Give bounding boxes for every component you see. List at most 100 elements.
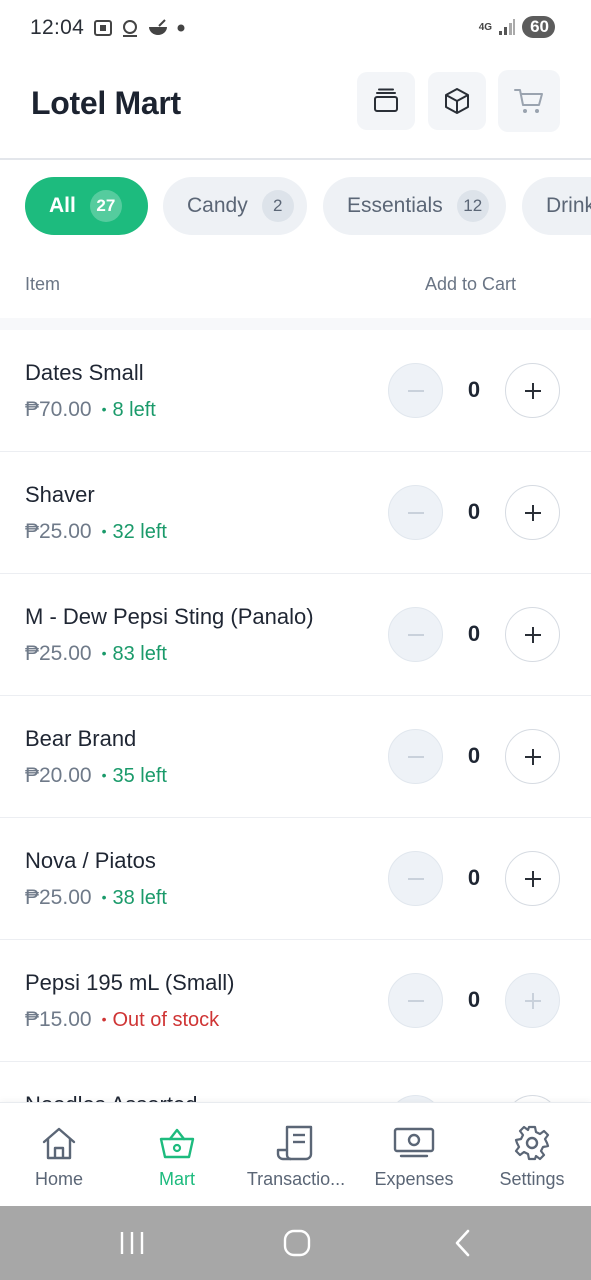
decrease-quantity-button[interactable] — [388, 363, 443, 418]
column-header-add-to-cart: Add to Cart — [425, 274, 517, 294]
plus-icon — [524, 382, 541, 399]
product-meta: ₱70.00 • 8 left — [25, 398, 156, 422]
battery-level: 60 — [522, 16, 555, 38]
separator-dot: • — [101, 889, 107, 905]
increase-quantity-button[interactable] — [505, 363, 560, 418]
filter-chip-all[interactable]: All 27 — [25, 177, 148, 235]
home-circle-icon — [283, 1229, 311, 1257]
product-row: Pepsi 195 mL (Small) ₱15.00 • Out of stock… — [0, 940, 591, 1062]
product-row: Dates Small ₱70.00 • 8 left 0 — [0, 330, 591, 452]
decrease-quantity-button[interactable] — [388, 729, 443, 784]
filter-chip-label: Essentials — [347, 194, 443, 217]
product-list: Dates Small ₱70.00 • 8 left 0 Shaver ₱25.0… — [0, 330, 591, 1102]
nav-item-settings[interactable]: Settings — [473, 1103, 591, 1207]
plus-icon — [524, 748, 541, 765]
inventory-button[interactable] — [428, 72, 486, 130]
network-type: 4G — [478, 21, 493, 33]
filter-chip-drinks[interactable]: Drinks — [522, 177, 591, 235]
home-icon — [42, 1127, 76, 1160]
page-title: Lotel Mart — [31, 85, 181, 121]
separator-dot: • — [101, 645, 107, 661]
quantity-value: 0 — [467, 865, 481, 890]
product-name: Shaver — [25, 482, 95, 507]
decrease-quantity-button[interactable] — [388, 973, 443, 1028]
cart-icon — [514, 89, 543, 113]
product-row: M - Dew Pepsi Sting (Panalo) ₱25.00 • 83 l… — [0, 574, 591, 696]
back-button[interactable] — [443, 1226, 483, 1260]
nav-label: Mart — [159, 1169, 195, 1189]
status-time: 12:04 — [30, 16, 85, 39]
product-row: Nova / Piatos ₱25.00 • 38 left 0 — [0, 818, 591, 940]
separator-dot: • — [101, 1011, 107, 1027]
filter-chip-essentials[interactable]: Essentials 12 — [323, 177, 506, 235]
product-price: ₱25.00 — [25, 520, 92, 543]
column-header-item: Item — [25, 274, 61, 294]
increase-quantity-button[interactable] — [505, 607, 560, 662]
system-navigation-bar — [0, 1206, 591, 1280]
filter-chip-label: Candy — [187, 194, 248, 217]
filter-chip-count: 27 — [89, 190, 122, 222]
basket-icon — [159, 1128, 195, 1159]
category-filter-row: All 27 Candy 2 Essentials 12 Drinks — [25, 177, 591, 235]
bowl-icon — [149, 19, 168, 35]
bottom-navigation: Home Mart Transactio... Expenses Setting… — [0, 1102, 591, 1206]
nav-item-expenses[interactable]: Expenses — [355, 1103, 473, 1207]
increase-quantity-button[interactable] — [505, 851, 560, 906]
recent-apps-icon — [120, 1232, 144, 1254]
stack-button[interactable] — [357, 72, 415, 130]
search-notification-icon — [123, 20, 138, 37]
minus-icon — [407, 511, 424, 514]
minus-icon — [407, 389, 424, 392]
decrease-quantity-button[interactable] — [388, 851, 443, 906]
nav-item-transactions[interactable]: Transactio... — [237, 1103, 355, 1207]
stock-status: Out of stock — [112, 1009, 220, 1031]
screenshot-icon — [94, 20, 113, 36]
filter-chip-label: All — [49, 194, 76, 217]
increase-quantity-button[interactable] — [505, 485, 560, 540]
list-divider — [0, 318, 591, 330]
increase-quantity-button[interactable] — [505, 729, 560, 784]
decrease-quantity-button[interactable] — [388, 485, 443, 540]
product-price: ₱15.00 — [25, 1008, 92, 1031]
nav-item-mart[interactable]: Mart — [118, 1103, 236, 1207]
recent-apps-button[interactable] — [112, 1226, 152, 1260]
filter-chip-candy[interactable]: Candy 2 — [163, 177, 307, 235]
separator-dot: • — [101, 767, 107, 783]
product-name: Nova / Piatos — [25, 848, 156, 873]
cart-button[interactable] — [498, 70, 560, 132]
plus-icon — [524, 992, 541, 1009]
banknote-icon — [393, 1127, 435, 1158]
plus-icon — [524, 870, 541, 887]
minus-icon — [407, 633, 424, 636]
product-price: ₱25.00 — [25, 642, 92, 665]
quantity-value: 0 — [467, 377, 481, 402]
receipt-icon — [276, 1125, 313, 1161]
stock-status: 38 left — [112, 887, 167, 909]
increase-quantity-button[interactable] — [505, 1095, 560, 1102]
quantity-value: 0 — [467, 987, 481, 1012]
app-header: Lotel Mart — [0, 56, 591, 160]
product-meta: ₱20.00 • 35 left — [25, 764, 167, 788]
minus-icon — [407, 877, 424, 880]
home-system-button[interactable] — [277, 1226, 317, 1260]
status-right: 4G 60 — [479, 16, 555, 38]
increase-quantity-button[interactable] — [505, 973, 560, 1028]
quantity-value: 0 — [467, 499, 481, 524]
stock-status: 8 left — [112, 399, 156, 421]
minus-icon — [407, 999, 424, 1002]
product-name: Dates Small — [25, 360, 144, 385]
stock-status: 35 left — [112, 765, 167, 787]
product-price: ₱70.00 — [25, 398, 92, 421]
quantity-value: 0 — [467, 743, 481, 768]
product-row: Bear Brand ₱20.00 • 35 left 0 — [0, 696, 591, 818]
product-name: Bear Brand — [25, 726, 137, 751]
decrease-quantity-button[interactable] — [388, 1095, 443, 1102]
product-meta: ₱15.00 • Out of stock — [25, 1008, 219, 1032]
filter-chip-count: 2 — [261, 190, 294, 222]
product-name: Pepsi 195 mL (Small) — [25, 970, 235, 995]
plus-icon — [524, 626, 541, 643]
decrease-quantity-button[interactable] — [388, 607, 443, 662]
separator-dot: • — [101, 523, 107, 539]
signal-icon — [499, 19, 516, 35]
nav-item-home[interactable]: Home — [0, 1103, 118, 1207]
